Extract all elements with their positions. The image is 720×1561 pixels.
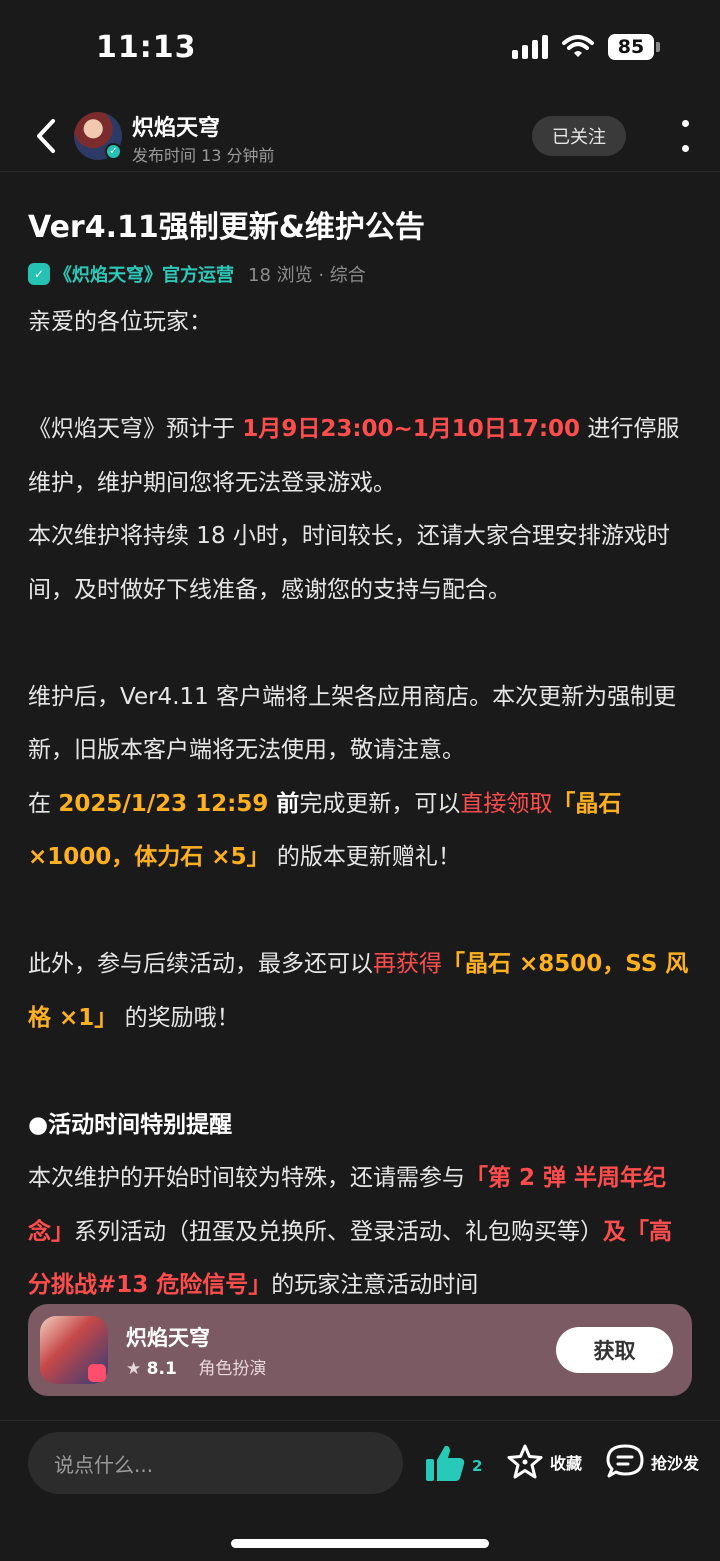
status-bar: 11:13 85: [0, 0, 720, 96]
app-store-badge-icon: [88, 1364, 106, 1382]
reply-label: 抢沙发: [651, 1454, 700, 1473]
home-indicator[interactable]: [231, 1539, 489, 1548]
bottom-action-bar: 说点什么... 2 收藏 抢沙发: [0, 1420, 720, 1561]
greeting: 亲爱的各位玩家：: [28, 309, 212, 335]
app-name: 炽焰天穹: [126, 1326, 210, 1350]
favorite-label: 收藏: [550, 1454, 583, 1473]
official-tag[interactable]: 《炽焰天穹》官方运营: [54, 261, 234, 287]
more-options-icon[interactable]: [676, 120, 694, 152]
paragraph-reminder: 本次维护的开始时间较为特殊，还请需参与「第 2 弹 半周年纪念」系列活动（扭蛋及…: [28, 1165, 672, 1298]
status-icons: 85: [512, 34, 660, 60]
follow-button[interactable]: 已关注: [532, 116, 626, 156]
battery-icon: 85: [608, 34, 660, 60]
post-header: ✓ 炽焰天穹 发布时间 13 分钟前 已关注: [0, 100, 720, 172]
thumbs-up-icon: [426, 1445, 465, 1481]
app-download-banner[interactable]: 炽焰天穹 ★ 8.1 角色扮演 获取: [28, 1304, 692, 1396]
app-rating: 8.1: [146, 1359, 177, 1379]
star-icon: ★: [126, 1359, 142, 1379]
author-name[interactable]: 炽焰天穹: [132, 110, 220, 142]
section-heading-reminder: ●活动时间特别提醒: [28, 1111, 233, 1138]
wifi-icon: [562, 35, 594, 57]
post-body: 亲爱的各位玩家： 《炽焰天穹》预计于 1月9日23:00~1月10日17:00 …: [28, 296, 692, 1312]
paragraph-extra-reward: 此外，参与后续活动，最多还可以再获得「晶石 ×8500，SS 风格 ×1」 的奖…: [28, 951, 689, 1031]
chevron-left-icon: [37, 119, 55, 153]
paragraph-maintenance-time: 《炽焰天穹》预计于 1月9日23:00~1月10日17:00 进行停服维护，维护…: [28, 416, 680, 496]
post-stats: 18 浏览 · 综合: [248, 265, 366, 286]
get-app-button[interactable]: 获取: [556, 1327, 673, 1373]
favorite-button[interactable]: 收藏: [506, 1443, 582, 1481]
post-content: Ver4.11强制更新&维护公告 ✓ 《炽焰天穹》官方运营 18 浏览 · 综合…: [28, 172, 692, 1312]
post-meta: ✓ 《炽焰天穹》官方运营 18 浏览 · 综合: [28, 260, 692, 288]
reply-button[interactable]: 抢沙发: [605, 1443, 699, 1481]
star-outline-icon: [507, 1444, 543, 1479]
like-count: 2: [472, 1457, 483, 1475]
comment-bubble-icon: [606, 1444, 644, 1478]
official-shield-icon: ✓: [28, 263, 50, 285]
battery-level: 85: [608, 34, 654, 60]
app-genre: 角色扮演: [198, 1359, 267, 1379]
comment-input[interactable]: 说点什么...: [28, 1432, 403, 1494]
cellular-signal-icon: [512, 35, 548, 59]
verified-badge-icon: ✓: [105, 143, 122, 160]
paragraph-update: 维护后，Ver4.11 客户端将上架各应用商店。本次更新为强制更新，旧版本客户端…: [28, 683, 677, 764]
back-button[interactable]: [26, 114, 66, 158]
paragraph-duration: 本次维护将持续 18 小时，时间较长，还请大家合理安排游戏时间，及时做好下线准备…: [28, 523, 670, 603]
app-meta: ★ 8.1 角色扮演: [126, 1354, 266, 1379]
like-button[interactable]: 2: [424, 1443, 482, 1483]
publish-time: 发布时间 13 分钟前: [132, 146, 275, 165]
post-title: Ver4.11强制更新&维护公告: [28, 210, 425, 245]
status-time: 11:13: [96, 30, 197, 65]
paragraph-update-reward: 在 2025/1/23 12:59 前完成更新，可以直接领取「晶石 ×1000，…: [28, 790, 622, 871]
